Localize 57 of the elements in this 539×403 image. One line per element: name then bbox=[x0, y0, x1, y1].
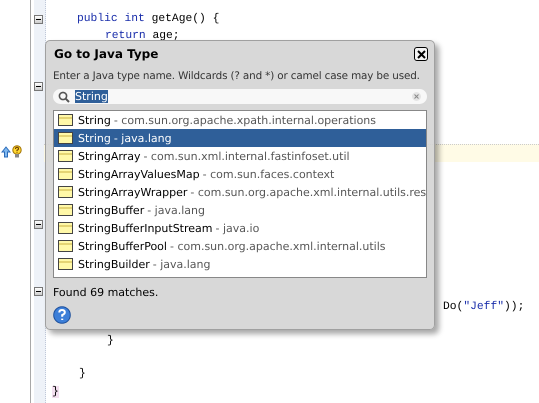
type-name: StringBuilder bbox=[78, 258, 150, 270]
lightbulb-icon[interactable] bbox=[12, 145, 22, 158]
search-text: String bbox=[75, 90, 108, 103]
type-name: StringArray bbox=[78, 150, 140, 162]
result-item[interactable]: StringBuffer - java.lang bbox=[54, 201, 426, 219]
code-line: } bbox=[107, 334, 114, 349]
package-name: - java.lang bbox=[114, 132, 172, 144]
help-icon[interactable] bbox=[53, 306, 71, 324]
class-icon bbox=[58, 240, 73, 252]
code-line: public int getAge() { bbox=[77, 12, 220, 27]
package-name: - com.sun.org.apache.xpath.internal.operations bbox=[114, 114, 376, 126]
result-item[interactable]: String - java.lang bbox=[54, 129, 426, 147]
package-name: - com.sun.org.apache.xml.internal.utils.res bbox=[190, 186, 426, 198]
fold-toggle-icon[interactable] bbox=[34, 220, 43, 229]
class-icon bbox=[58, 114, 73, 126]
class-icon bbox=[58, 204, 73, 216]
class-icon bbox=[58, 186, 73, 198]
fold-toggle-icon[interactable] bbox=[34, 287, 43, 296]
dialog-title: Go to Java Type bbox=[53, 47, 158, 61]
result-item[interactable]: StringArrayWrapper - com.sun.org.apache.xml.internal.utils.res bbox=[54, 183, 426, 201]
package-name: - java.io bbox=[216, 222, 260, 234]
package-name: - java.lang bbox=[152, 258, 210, 270]
code-line: return age; bbox=[105, 29, 180, 44]
close-icon bbox=[416, 50, 426, 58]
package-name: - java.lang bbox=[147, 204, 205, 216]
package-name: - com.sun.faces.context bbox=[202, 168, 334, 180]
clear-icon[interactable] bbox=[412, 92, 421, 101]
code-line: } bbox=[79, 366, 86, 382]
up-arrow-icon[interactable] bbox=[1, 146, 11, 158]
search-icon bbox=[58, 90, 70, 102]
type-name: StringBuffer bbox=[78, 204, 144, 216]
package-name: - com.sun.org.apache.xml.internal.utils bbox=[170, 240, 386, 252]
class-icon bbox=[58, 150, 73, 162]
class-icon bbox=[58, 132, 73, 144]
result-item[interactable]: StringArrayValuesMap - com.sun.faces.context bbox=[54, 165, 426, 183]
result-item[interactable]: StringBufferPool - com.sun.org.apache.xml.internal.utils bbox=[54, 237, 426, 255]
class-icon bbox=[58, 222, 73, 234]
match-count: Found 69 matches. bbox=[53, 286, 160, 299]
fold-toggle-icon[interactable] bbox=[34, 82, 43, 91]
type-name: String bbox=[78, 132, 111, 144]
class-icon bbox=[58, 168, 73, 180]
type-name: StringArrayValuesMap bbox=[78, 168, 200, 180]
class-icon bbox=[58, 258, 73, 270]
type-name: StringBufferInputStream bbox=[78, 222, 212, 234]
type-name: String bbox=[78, 114, 111, 126]
result-item[interactable]: String - com.sun.org.apache.xpath.internal.operations bbox=[54, 111, 426, 129]
instruction-text: Enter a Java type name. Wildcards (? and *) or camel case may be used. bbox=[53, 70, 421, 82]
result-item[interactable]: StringBuilder - java.lang bbox=[54, 255, 426, 273]
search-field[interactable]: String bbox=[53, 89, 427, 104]
type-name: StringArrayWrapper bbox=[78, 186, 188, 198]
close-button[interactable] bbox=[414, 47, 428, 61]
result-item[interactable]: StringBufferInputStream - java.io bbox=[54, 219, 426, 237]
fold-toggle-icon[interactable] bbox=[34, 15, 43, 24]
package-name: - com.sun.xml.internal.fastinfoset.util bbox=[143, 150, 350, 162]
code-line: Do("Jeff")); bbox=[443, 300, 524, 315]
type-name: StringBufferPool bbox=[78, 240, 167, 252]
result-item[interactable]: StringArray - com.sun.xml.internal.fastinfoset.util bbox=[54, 147, 426, 165]
